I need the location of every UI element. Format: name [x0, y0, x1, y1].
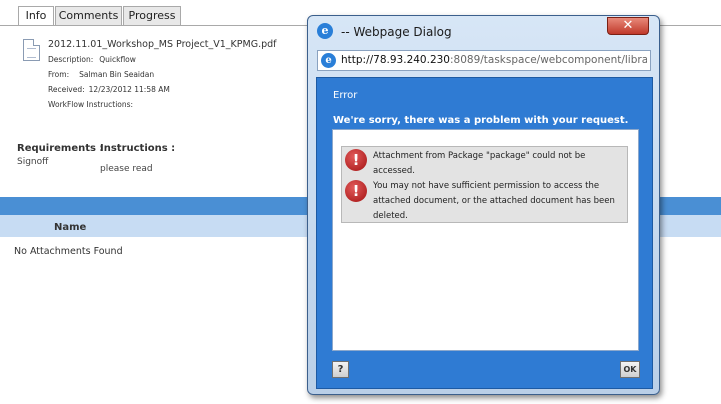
instructions-value: please read	[100, 164, 153, 174]
from-label: From:	[48, 70, 70, 79]
dialog-title: -- Webpage Dialog	[341, 25, 452, 39]
message-text: You may not have sufficient permission t…	[373, 181, 615, 221]
description-value: Quickflow	[99, 55, 136, 64]
received-row: Received: 12/23/2012 11:58 AM	[48, 85, 170, 94]
ie-icon: e	[317, 23, 333, 39]
message-box: ! Attachment from Package "package" coul…	[332, 129, 639, 351]
attachment-file-name[interactable]: 2012.11.01_Workshop_MS Project_V1_KPMG.p…	[48, 39, 277, 50]
url-host: http://78.93.240.230	[341, 54, 450, 66]
tab-progress[interactable]: Progress	[123, 6, 181, 25]
tab-comments[interactable]: Comments	[55, 6, 122, 25]
help-icon: ?	[337, 364, 344, 375]
requirements-value: Signoff	[17, 157, 49, 167]
document-icon	[23, 39, 40, 61]
address-bar: e http://78.93.240.230:8089/taskspace/we…	[317, 50, 651, 71]
column-name-header[interactable]: Name	[54, 222, 86, 233]
close-icon: ✕	[622, 18, 634, 33]
from-row: From: Salman Bin Seaidan	[48, 70, 154, 79]
address-url: http://78.93.240.230:8089/taskspace/webc…	[341, 54, 647, 66]
ie-icon: e	[321, 53, 336, 68]
tab-info[interactable]: Info	[18, 6, 54, 26]
description-label: Description:	[48, 55, 94, 64]
received-value: 12/23/2012 11:58 AM	[88, 85, 170, 94]
workflow-row: WorkFlow Instructions:	[48, 100, 133, 109]
message-text: Attachment from Package "package" could …	[373, 151, 586, 176]
ok-button[interactable]: OK	[620, 361, 640, 378]
webpage-dialog: e -- Webpage Dialog ✕ e http://78.93.240…	[307, 15, 660, 395]
from-value: Salman Bin Seaidan	[79, 70, 155, 79]
error-subtitle: We're sorry, there was a problem with yo…	[333, 115, 629, 126]
error-panel: Error We're sorry, there was a problem w…	[316, 77, 653, 389]
received-label: Received:	[48, 85, 85, 94]
url-path: :8089/taskspace/webcomponent/librar	[449, 54, 647, 66]
error-title: Error	[333, 90, 358, 101]
message-list: ! Attachment from Package "package" coul…	[341, 146, 628, 223]
description-row: Description: Quickflow	[48, 55, 136, 64]
instructions-label: Instructions :	[100, 143, 176, 154]
workflow-instructions-label: WorkFlow Instructions:	[48, 100, 134, 109]
error-icon: !	[345, 180, 367, 202]
help-button[interactable]: ?	[332, 361, 349, 378]
requirements-label: Requirements :	[17, 143, 104, 154]
error-icon: !	[345, 149, 367, 171]
close-button[interactable]: ✕	[607, 17, 649, 35]
no-attachments-text: No Attachments Found	[14, 246, 123, 257]
